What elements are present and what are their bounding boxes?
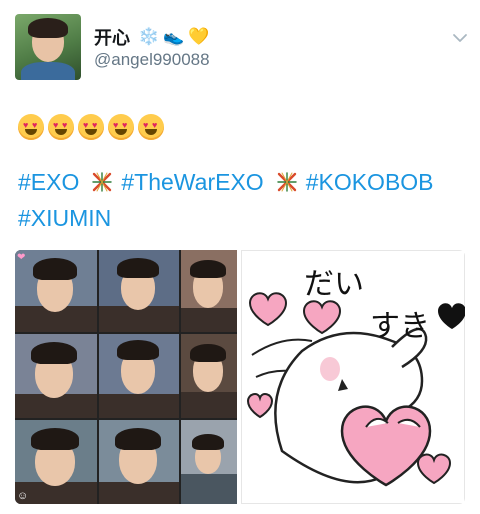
heart-eyes-emoji-icon: ♥ ♥ <box>78 114 104 140</box>
exo-hashflag-icon <box>92 172 113 192</box>
snowflake-icon: ❄️ <box>138 27 160 47</box>
tweet-emoji-line: ♥ ♥ ♥ ♥ ♥ ♥ ♥ ♥ ♥ ♥ <box>18 114 164 140</box>
heart-eyes-emoji-icon: ♥ ♥ <box>138 114 164 140</box>
photo-tile <box>181 420 237 504</box>
sticker-text-suki: すき <box>370 309 430 344</box>
photo-collage[interactable]: ❤ ☺ <box>15 250 237 504</box>
yellow-heart-icon: 💛 <box>188 27 210 47</box>
avatar-shoulders <box>21 62 75 80</box>
photo-tile <box>181 250 237 332</box>
photo-tile: ❤ <box>15 250 97 332</box>
heart-eyes-emoji-icon: ♥ ♥ <box>18 114 44 140</box>
sneaker-icon: 👟 <box>163 27 185 47</box>
photo-tile <box>99 334 179 418</box>
photo-tile <box>99 420 179 504</box>
heart-eyes-emoji-icon: ♥ ♥ <box>48 114 74 140</box>
media-grid: ❤ ☺ だい すき <box>15 250 465 504</box>
hashtag-link-thewarexo[interactable]: #TheWarEXO <box>121 169 263 195</box>
hashtag-link-kokobob[interactable]: #KOKOBOB <box>306 169 434 195</box>
avatar-hair <box>28 18 68 38</box>
photo-tile: ☺ <box>15 420 97 504</box>
heart-eyes-emoji-icon: ♥ ♥ <box>108 114 134 140</box>
avatar[interactable] <box>15 14 81 80</box>
exo-hashflag-icon <box>276 172 297 192</box>
tweet-hashtags: #EXO #TheWarEXO #KOKOBOB #XIUMIN <box>18 164 468 236</box>
chevron-down-icon[interactable] <box>452 30 468 46</box>
photo-tile <box>15 334 97 418</box>
sticker-image[interactable]: だい すき <box>241 250 465 504</box>
heart-icon: ❤ <box>17 252 26 263</box>
hashtag-link-exo[interactable]: #EXO <box>18 169 79 195</box>
sticker-text-dai: だい <box>304 267 364 302</box>
photo-tile <box>181 334 237 418</box>
hashtag-link-xiumin[interactable]: #XIUMIN <box>18 205 111 231</box>
display-name[interactable]: 开心 <box>94 24 130 50</box>
user-handle[interactable]: @angel990088 <box>94 50 210 70</box>
smiley-icon: ☺ <box>17 490 29 502</box>
author-name-row[interactable]: 开心 ❄️ 👟 💛 <box>94 24 210 50</box>
photo-tile <box>99 250 179 332</box>
